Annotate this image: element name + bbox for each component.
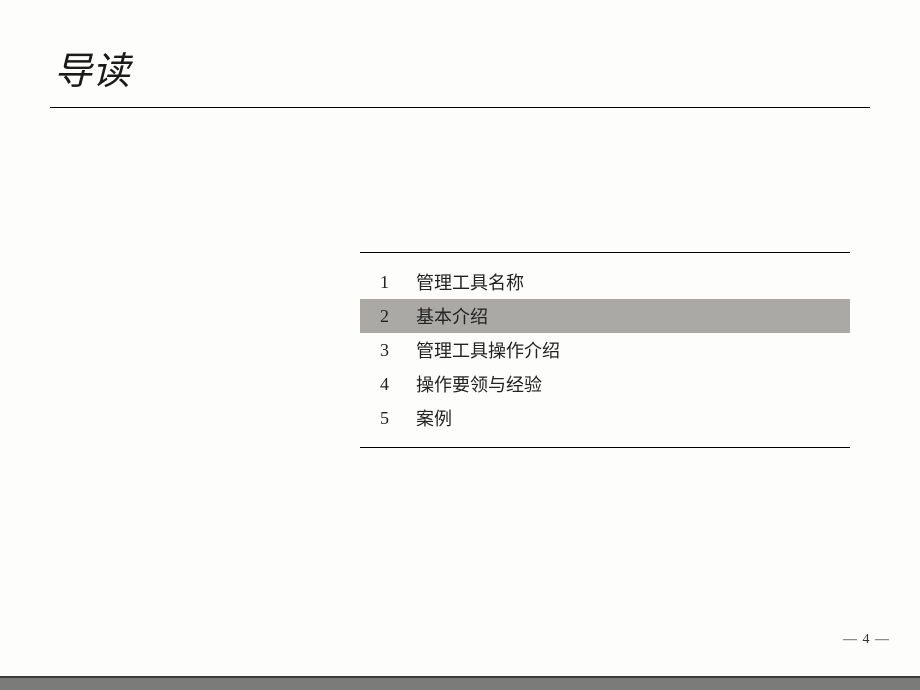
- toc-list: 1管理工具名称2基本介绍3管理工具操作介绍4操作要领与经验5案例: [360, 265, 850, 435]
- toc-item-1[interactable]: 1管理工具名称: [360, 265, 850, 299]
- slide: 导读 1管理工具名称2基本介绍3管理工具操作介绍4操作要领与经验5案例 — 4 …: [0, 0, 920, 690]
- toc-item-2[interactable]: 2基本介绍: [360, 299, 850, 333]
- toc-item-label: 管理工具操作介绍: [416, 337, 560, 363]
- toc-item-number: 2: [380, 306, 416, 327]
- toc-bottom-divider: [360, 447, 850, 448]
- toc-item-number: 3: [380, 340, 416, 361]
- toc-item-3[interactable]: 3管理工具操作介绍: [360, 333, 850, 367]
- toc-item-5[interactable]: 5案例: [360, 401, 850, 435]
- title-divider: [50, 107, 870, 108]
- toc-item-label: 案例: [416, 405, 452, 431]
- toc-item-number: 4: [380, 374, 416, 395]
- page-number: — 4 —: [843, 632, 890, 648]
- table-of-contents: 1管理工具名称2基本介绍3管理工具操作介绍4操作要领与经验5案例: [360, 252, 850, 448]
- toc-item-label: 管理工具名称: [416, 269, 524, 295]
- page-title: 导读: [50, 40, 870, 95]
- bottom-border: [0, 676, 920, 690]
- toc-item-label: 基本介绍: [416, 303, 488, 329]
- toc-item-label: 操作要领与经验: [416, 371, 542, 397]
- toc-top-divider: [360, 252, 850, 253]
- toc-item-number: 1: [380, 272, 416, 293]
- toc-item-number: 5: [380, 408, 416, 429]
- toc-item-4[interactable]: 4操作要领与经验: [360, 367, 850, 401]
